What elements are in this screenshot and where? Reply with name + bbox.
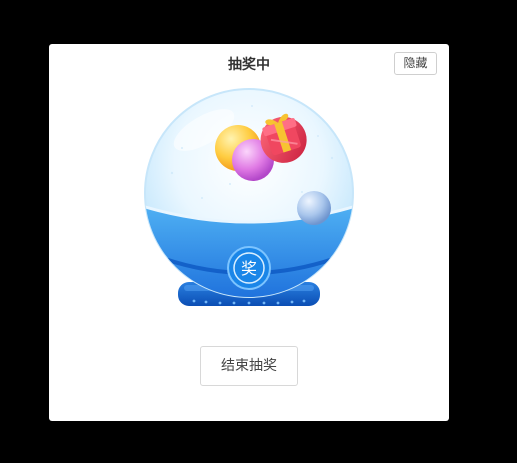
- lottery-machine-illustration: 奖: [144, 88, 354, 306]
- dialog-title: 抽奖中: [228, 57, 270, 73]
- blue-ball: [297, 191, 331, 225]
- end-lottery-button[interactable]: 结束抽奖: [200, 346, 298, 386]
- prize-badge-glyph: 奖: [241, 259, 257, 278]
- prize-badge-icon: 奖: [227, 246, 271, 290]
- hide-button[interactable]: 隐藏: [394, 52, 437, 75]
- lottery-dialog: 抽奖中 隐藏 奖 结束抽奖: [49, 44, 449, 421]
